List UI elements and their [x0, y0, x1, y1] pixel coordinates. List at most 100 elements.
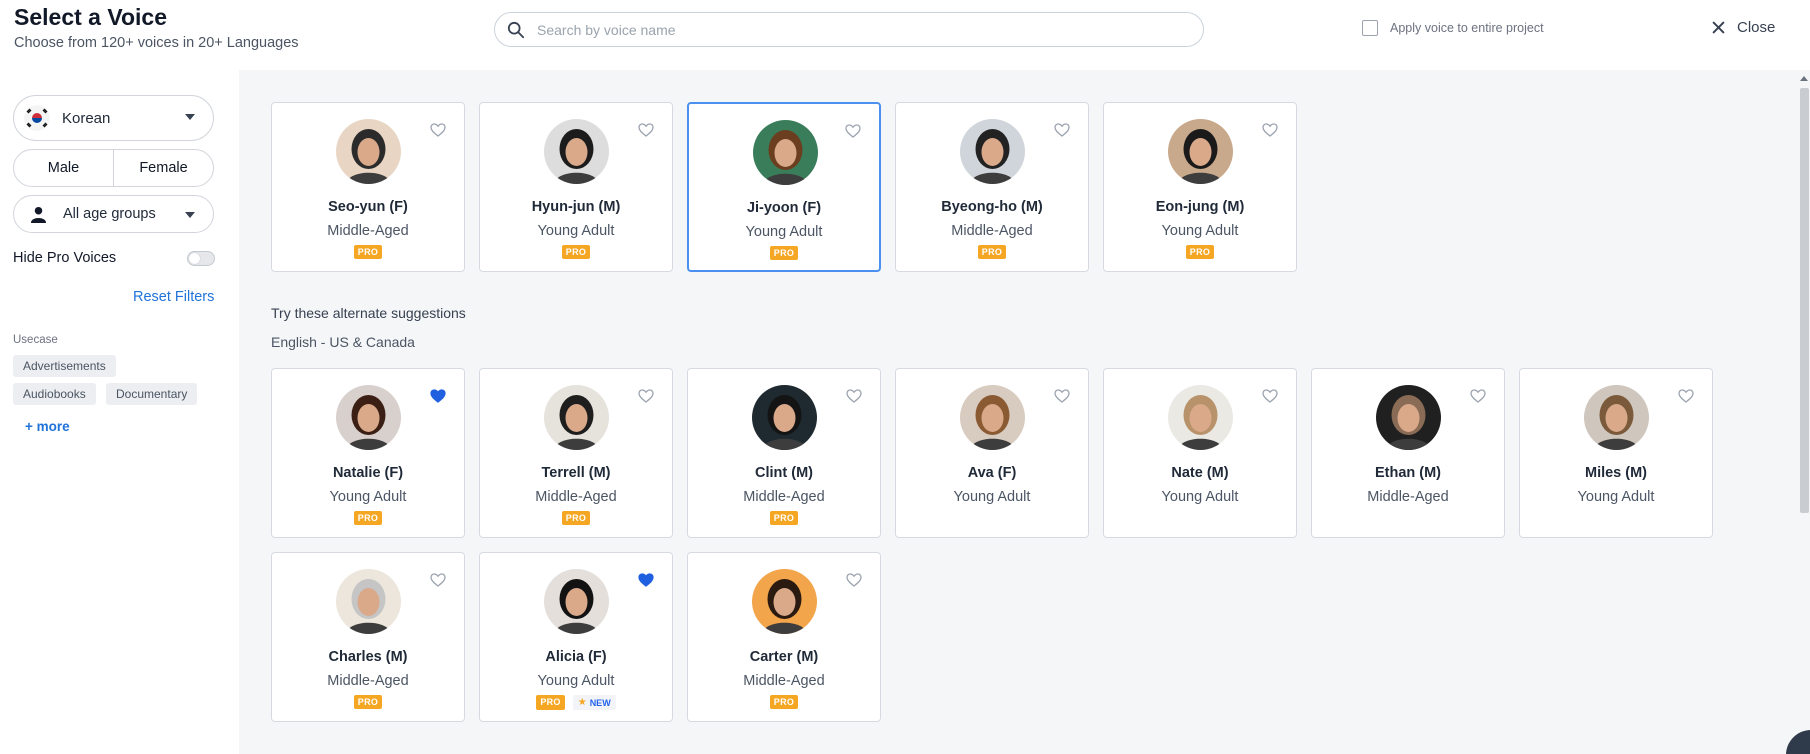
voice-badges: PRO — [272, 511, 464, 525]
voice-name: Eon-jung (M) — [1155, 199, 1245, 215]
voice-age: Middle-Aged — [743, 673, 825, 689]
scroll-up-arrow-icon[interactable] — [1800, 76, 1808, 81]
voice-age: Young Adult — [537, 223, 615, 239]
voice-card-miles-m[interactable]: Miles (M) Young Adult — [1519, 368, 1713, 538]
search-icon — [507, 21, 525, 38]
close-label: Close — [1737, 19, 1776, 36]
voice-avatar — [960, 119, 1025, 184]
voice-age: Young Adult — [537, 673, 615, 689]
voice-avatar — [1376, 385, 1441, 450]
chevron-down-icon — [185, 212, 195, 218]
more-usecases-link[interactable]: + more — [25, 419, 70, 434]
voice-card-terrell-m[interactable]: Terrell (M) Middle-Aged PRO — [479, 368, 673, 538]
voice-card-clint-m[interactable]: Clint (M) Middle-Aged PRO — [687, 368, 881, 538]
voice-card-alicia-f[interactable]: Alicia (F) Young Adult PRO ★ NEW — [479, 552, 673, 722]
close-icon — [1712, 21, 1725, 34]
favorite-heart-icon[interactable] — [430, 389, 446, 403]
favorite-heart-icon[interactable] — [1054, 389, 1070, 403]
voice-card-eon-jung-m[interactable]: Eon-jung (M) Young Adult PRO — [1103, 102, 1297, 272]
voice-name: Miles (M) — [1584, 465, 1648, 481]
voice-age: Middle-Aged — [951, 223, 1033, 239]
favorite-heart-icon[interactable] — [1262, 123, 1278, 137]
chevron-down-icon — [185, 114, 195, 120]
voice-avatar — [336, 385, 401, 450]
pro-badge: PRO — [561, 245, 591, 259]
usecase-label: Usecase — [13, 334, 58, 346]
age-group-label: All age groups — [63, 206, 156, 222]
voice-name: Nate (M) — [1171, 465, 1229, 481]
voice-name: Byeong-ho (M) — [941, 199, 1043, 215]
usecase-tag-documentary[interactable]: Documentary — [106, 383, 198, 405]
voice-avatar — [752, 569, 817, 634]
favorite-heart-icon[interactable] — [638, 573, 654, 587]
suggestions-heading: Try these alternate suggestions — [271, 305, 466, 321]
voice-card-seo-yun-f[interactable]: Seo-yun (F) Middle-Aged PRO — [271, 102, 465, 272]
close-button[interactable]: Close — [1712, 19, 1775, 36]
apply-checkbox[interactable] — [1362, 20, 1378, 36]
favorite-heart-icon[interactable] — [638, 389, 654, 403]
apply-label: Apply voice to entire project — [1390, 21, 1544, 35]
voice-name: Clint (M) — [755, 465, 813, 481]
voice-age: Young Adult — [329, 489, 407, 505]
star-icon: ★ — [577, 697, 587, 708]
voice-badges: PRO ★ NEW — [480, 695, 672, 710]
hide-pro-toggle[interactable] — [187, 251, 215, 266]
voice-name: Hyun-jun (M) — [531, 199, 621, 215]
favorite-heart-icon[interactable] — [638, 123, 654, 137]
favorite-heart-icon[interactable] — [845, 124, 861, 138]
gender-female-button[interactable]: Female — [113, 150, 213, 186]
gender-male-button[interactable]: Male — [14, 150, 113, 186]
header: Select a Voice Choose from 120+ voices i… — [0, 0, 1810, 70]
apply-to-project[interactable]: Apply voice to entire project — [1362, 20, 1544, 36]
voice-name: Alicia (F) — [545, 649, 607, 665]
voice-avatar — [753, 120, 818, 185]
voice-card-ethan-m[interactable]: Ethan (M) Middle-Aged — [1311, 368, 1505, 538]
voice-name: Ji-yoon (F) — [746, 200, 822, 216]
favorite-heart-icon[interactable] — [846, 389, 862, 403]
pro-badge: PRO — [536, 695, 565, 710]
pro-badge: PRO — [769, 246, 799, 260]
favorite-heart-icon[interactable] — [1054, 123, 1070, 137]
favorite-heart-icon[interactable] — [430, 573, 446, 587]
pro-badge: PRO — [353, 511, 383, 525]
reset-filters-link[interactable]: Reset Filters — [133, 289, 214, 305]
voice-age: Young Adult — [953, 489, 1031, 505]
favorite-heart-icon[interactable] — [430, 123, 446, 137]
voice-name: Ethan (M) — [1374, 465, 1442, 481]
voice-avatar — [336, 119, 401, 184]
age-group-select[interactable]: All age groups — [13, 195, 214, 233]
korea-flag-icon — [24, 105, 50, 131]
voice-name: Seo-yun (F) — [328, 199, 408, 215]
pro-badge: PRO — [1185, 245, 1215, 259]
voice-card-natalie-f[interactable]: Natalie (F) Young Adult PRO — [271, 368, 465, 538]
favorite-heart-icon[interactable] — [1678, 389, 1694, 403]
voice-name: Ava (F) — [967, 465, 1017, 481]
voice-name: Natalie (F) — [332, 465, 404, 481]
search-box[interactable] — [494, 12, 1204, 47]
voice-card-ava-f[interactable]: Ava (F) Young Adult — [895, 368, 1089, 538]
voice-avatar — [1584, 385, 1649, 450]
favorite-heart-icon[interactable] — [846, 573, 862, 587]
voice-card-nate-m[interactable]: Nate (M) Young Adult — [1103, 368, 1297, 538]
voice-card-carter-m[interactable]: Carter (M) Middle-Aged PRO — [687, 552, 881, 722]
voice-avatar — [752, 385, 817, 450]
person-icon — [30, 206, 47, 223]
voice-name: Terrell (M) — [541, 465, 611, 481]
voice-age: Young Adult — [745, 224, 823, 240]
favorite-heart-icon[interactable] — [1470, 389, 1486, 403]
usecase-tag-advertisements[interactable]: Advertisements — [13, 355, 116, 377]
gender-toggle: Male Female — [13, 149, 214, 187]
voice-avatar — [544, 385, 609, 450]
voice-card-charles-m[interactable]: Charles (M) Middle-Aged PRO — [271, 552, 465, 722]
voice-name: Charles (M) — [328, 649, 408, 665]
favorite-heart-icon[interactable] — [1262, 389, 1278, 403]
voice-card-byeong-ho-m[interactable]: Byeong-ho (M) Middle-Aged PRO — [895, 102, 1089, 272]
search-input[interactable] — [537, 21, 1157, 38]
language-select[interactable]: Korean — [13, 95, 214, 141]
voice-avatar — [544, 119, 609, 184]
voice-age: Middle-Aged — [743, 489, 825, 505]
usecase-tag-audiobooks[interactable]: Audiobooks — [13, 383, 96, 405]
voice-card-hyun-jun-m[interactable]: Hyun-jun (M) Young Adult PRO — [479, 102, 673, 272]
voice-card-ji-yoon-f[interactable]: Ji-yoon (F) Young Adult PRO — [687, 102, 881, 272]
scrollbar-thumb[interactable] — [1800, 88, 1809, 513]
